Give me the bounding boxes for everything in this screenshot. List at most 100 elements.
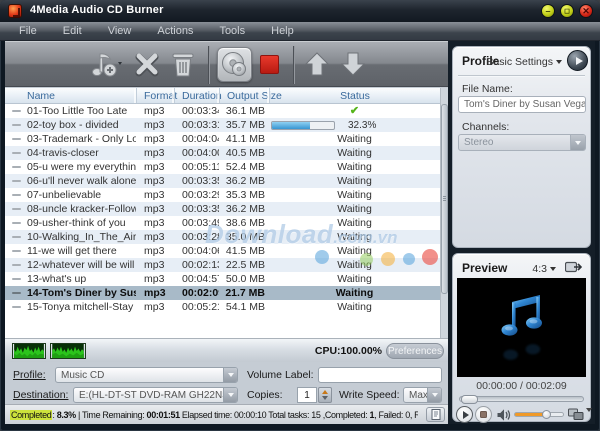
cell-dur: 00:02:13	[174, 259, 219, 271]
cell-dur: 00:03:35	[174, 175, 219, 187]
status-segment: Elapsed time: 00:00:10 Total tasks: 15 ,…	[180, 410, 370, 420]
check-icon: ✔	[350, 106, 359, 117]
status-waiting: Waiting	[336, 287, 374, 299]
profile-select[interactable]: Music CD	[55, 367, 238, 383]
cpu-bar: CPU:100.00% Preferences	[5, 338, 448, 362]
copies-value[interactable]: 1	[297, 387, 317, 403]
chevron-down-icon[interactable]	[223, 388, 237, 402]
channels-select[interactable]: Stereo	[458, 134, 586, 151]
cell-name: 04-travis-closer	[25, 147, 136, 159]
cell-size: 36.1 MB	[219, 105, 269, 117]
cell-name: 06-u'll never walk alone	[25, 175, 136, 187]
track-row[interactable]: 08-uncle kracker-Follow memp300:03:3536.…	[5, 202, 440, 216]
track-row[interactable]: 14-Tom's Diner by Susan Vegamp300:02:092…	[5, 286, 440, 300]
channels-label: Channels:	[462, 121, 509, 133]
burn-disc-icon[interactable]	[217, 47, 252, 82]
snapshot-icon[interactable]	[568, 408, 584, 421]
seek-slider[interactable]	[459, 396, 584, 402]
step-down-icon[interactable]	[322, 396, 328, 400]
menu-file[interactable]: File	[6, 22, 50, 40]
track-row[interactable]: 01-Too Little Too Latemp300:03:3436.1 MB…	[5, 104, 440, 118]
track-row[interactable]: 09-usher-think of yoump300:03:4938.6 MBW…	[5, 216, 440, 230]
snapshot-menu-icon[interactable]	[586, 412, 592, 430]
row-grip-icon	[12, 236, 21, 238]
move-up-icon[interactable]	[304, 49, 330, 79]
column-duration[interactable]: Duration	[174, 88, 219, 103]
remove-icon[interactable]	[134, 49, 160, 79]
apply-profile-icon[interactable]	[567, 50, 588, 71]
column-output-size[interactable]: Output Size	[219, 88, 269, 103]
cell-fmt: mp3	[136, 105, 174, 117]
volume-slider[interactable]	[514, 412, 564, 417]
copies-stepper[interactable]	[318, 387, 332, 403]
destination-label: Destination:	[13, 389, 68, 401]
minimize-icon[interactable]: –	[541, 4, 555, 18]
row-grip-icon	[12, 264, 21, 266]
volume-thumb[interactable]	[542, 410, 551, 419]
volume-label: Volume Label:	[247, 369, 314, 381]
move-down-icon[interactable]	[340, 49, 366, 79]
write-speed-select[interactable]: Max	[403, 387, 442, 403]
track-row[interactable]: 13-what's upmp300:04:5750.0 MBWaiting	[5, 272, 440, 286]
cell-status: Waiting	[269, 217, 440, 229]
track-row[interactable]: 03-Trademark - Only Lovemp300:04:0441.1 …	[5, 132, 440, 146]
chevron-down-icon[interactable]	[570, 135, 585, 150]
volume-label-input[interactable]	[318, 367, 442, 383]
step-up-icon[interactable]	[322, 390, 328, 394]
destination-select[interactable]: E:(HL-DT-ST DVD-RAM GH22NS30)	[73, 387, 238, 403]
status-waiting: Waiting	[337, 231, 372, 243]
maximize-icon[interactable]: ◻	[560, 4, 574, 18]
menu-edit[interactable]: Edit	[50, 22, 95, 40]
track-row[interactable]: 05-u were my everythingmp300:05:1152.4 M…	[5, 160, 440, 174]
menu-tools[interactable]: Tools	[206, 22, 258, 40]
chevron-down-icon[interactable]	[427, 388, 441, 402]
preferences-button[interactable]: Preferences	[386, 343, 444, 359]
scrollbar-thumb[interactable]	[441, 104, 448, 294]
file-name-input[interactable]: Tom's Diner by Susan Vega	[458, 96, 586, 113]
close-icon[interactable]: ✕	[579, 4, 593, 18]
menu-view[interactable]: View	[95, 22, 145, 40]
profile-panel: Profile Basic Settings File Name: Tom's …	[452, 46, 591, 248]
track-row[interactable]: 10-Walking_In_The_Airmp300:03:2835.0 MBW…	[5, 230, 440, 244]
row-grip-icon	[12, 208, 21, 210]
app-logo-icon	[8, 4, 22, 18]
write-speed-label: Write Speed:	[339, 389, 400, 401]
add-music-icon[interactable]	[89, 49, 123, 79]
toolbar-divider	[208, 46, 210, 84]
status-waiting: Waiting	[337, 189, 372, 201]
menu-actions[interactable]: Actions	[144, 22, 206, 40]
stop-icon[interactable]	[260, 55, 279, 74]
cell-dur: 00:02:09	[174, 287, 219, 299]
detach-preview-icon[interactable]	[565, 261, 582, 279]
title-bar: 4Media Audio CD Burner – ◻ ✕	[0, 0, 600, 22]
menu-help[interactable]: Help	[258, 22, 307, 40]
track-row[interactable]: 07-unbelievablemp300:03:2935.3 MBWaiting	[5, 188, 440, 202]
cell-dur: 00:04:00	[174, 147, 219, 159]
status-segment: , Failed: 0, Remaining:	[374, 410, 418, 420]
track-row[interactable]: 02-toy box - dividedmp300:03:3135.7 MB32…	[5, 118, 440, 132]
column-format[interactable]: Format	[136, 88, 174, 103]
play-button[interactable]	[456, 406, 473, 423]
row-grip-icon	[12, 124, 21, 126]
cell-fmt: mp3	[136, 231, 174, 243]
stop-button[interactable]	[475, 406, 492, 423]
track-row[interactable]: 04-travis-closermp300:04:0040.5 MBWaitin…	[5, 146, 440, 160]
clear-list-icon[interactable]	[170, 49, 196, 79]
preset-select[interactable]: Basic Settings	[486, 56, 562, 68]
track-row[interactable]: 06-u'll never walk alonemp300:03:3536.2 …	[5, 174, 440, 188]
chevron-down-icon[interactable]	[223, 368, 237, 382]
column-name[interactable]: Name	[25, 88, 136, 103]
waveform-right-icon	[50, 343, 86, 359]
cell-fmt: mp3	[136, 189, 174, 201]
cell-name: 03-Trademark - Only Love	[25, 133, 136, 145]
track-row[interactable]: 15-Tonya mitchell-Staymp300:05:2154.1 MB…	[5, 300, 440, 314]
column-status[interactable]: Status	[269, 88, 440, 103]
vertical-scrollbar[interactable]	[440, 88, 448, 338]
cell-fmt: mp3	[136, 161, 174, 173]
track-row[interactable]: 12-whatever will be will bemp300:02:1322…	[5, 258, 440, 272]
aspect-ratio-select[interactable]: 4:3	[532, 263, 556, 275]
seek-thumb[interactable]	[461, 395, 478, 404]
track-row[interactable]: 11-we will get theremp300:04:0641.5 MBWa…	[5, 244, 440, 258]
cell-size: 41.1 MB	[219, 133, 269, 145]
log-button[interactable]	[426, 407, 445, 422]
